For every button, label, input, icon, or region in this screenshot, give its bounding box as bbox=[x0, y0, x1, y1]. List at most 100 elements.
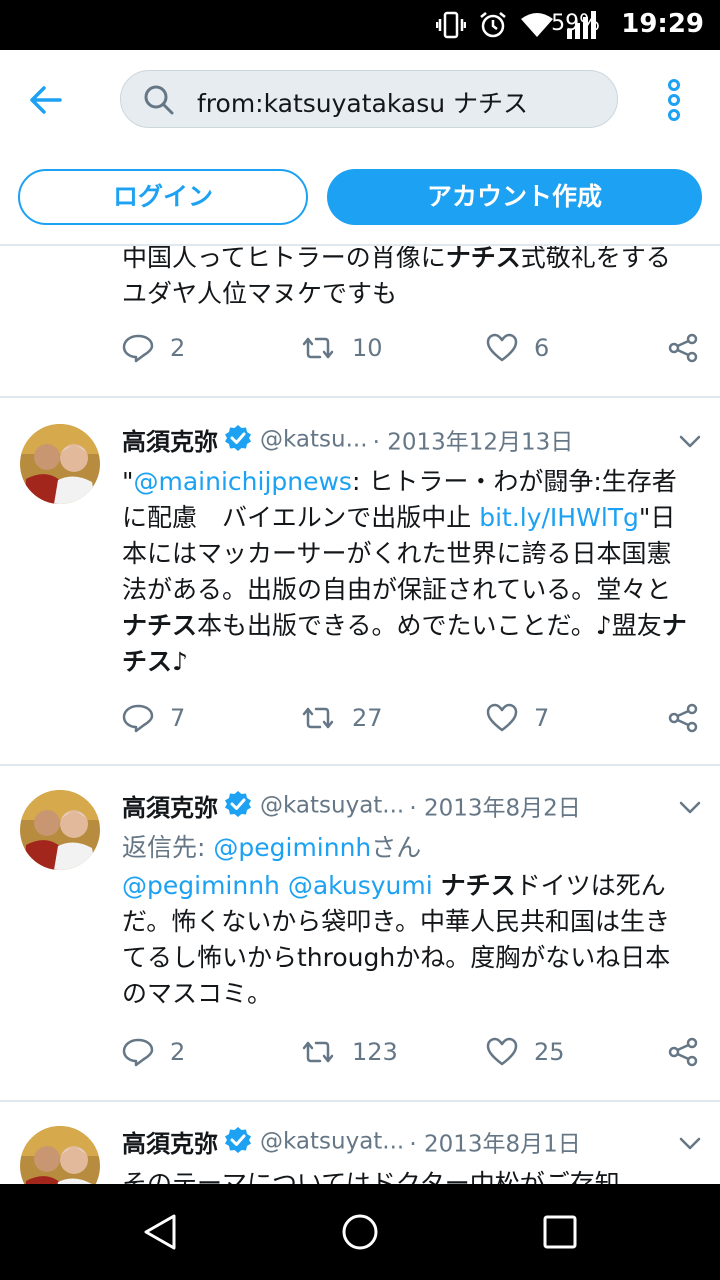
tweet-header: 高須克弥 @katsuyat... · 2013年8月2日 bbox=[122, 788, 702, 828]
like-button[interactable]: 7 bbox=[486, 698, 549, 738]
tweet[interactable]: 高須克弥 @katsuyat... · 2013年8月1日 そのテーマについてはド… bbox=[0, 1102, 720, 1184]
author-name[interactable]: 高須克弥 bbox=[122, 1130, 218, 1158]
nav-back-icon[interactable] bbox=[140, 1212, 180, 1252]
system-nav-bar bbox=[0, 1184, 720, 1280]
like-button[interactable]: 25 bbox=[486, 1032, 565, 1072]
tweet-text: 中国人ってヒトラーの肖像にナチス式敬礼をするユダヤ人位マヌケですも bbox=[122, 246, 694, 312]
retweet-count: 123 bbox=[352, 1038, 398, 1066]
tweet-link[interactable]: @mainichijpnews bbox=[134, 467, 352, 496]
chevron-down-icon[interactable] bbox=[678, 796, 702, 820]
tweet-actions: 7 27 7 bbox=[122, 698, 702, 738]
profile-photo-icon bbox=[20, 790, 100, 870]
tweet-text-segment: " bbox=[122, 467, 134, 496]
heart-icon bbox=[486, 333, 518, 362]
retweet-button[interactable]: 123 bbox=[300, 1032, 398, 1072]
avatar[interactable] bbox=[20, 424, 100, 504]
profile-photo-icon bbox=[20, 424, 100, 504]
reply-icon bbox=[122, 334, 154, 363]
login-button[interactable]: ログイン bbox=[18, 169, 308, 225]
wifi-icon bbox=[521, 13, 553, 37]
more-vertical-icon bbox=[668, 79, 680, 121]
share-icon bbox=[668, 703, 698, 733]
auth-bar: ログイン アカウント作成 bbox=[0, 148, 720, 246]
tweet-text-segment: ♪ bbox=[172, 647, 188, 676]
retweet-icon bbox=[302, 337, 334, 359]
heart-icon bbox=[486, 703, 518, 732]
like-button[interactable]: 6 bbox=[486, 328, 549, 368]
signup-button[interactable]: アカウント作成 bbox=[327, 169, 702, 225]
reply-icon bbox=[122, 704, 154, 733]
reply-icon bbox=[122, 1038, 154, 1067]
avatar[interactable] bbox=[20, 790, 100, 870]
search-query: from:katsuyatakasu ナチス bbox=[197, 89, 529, 118]
tweet-text: "@mainichijpnews: ヒトラー・わが闘争:生存者に配慮 バイエルン… bbox=[122, 464, 694, 680]
tweet-feed[interactable]: 中国人ってヒトラーの肖像にナチス式敬礼をするユダヤ人位マヌケですも 2 10 6 bbox=[0, 246, 720, 1184]
heart-icon bbox=[486, 1037, 518, 1066]
tweet-actions: 2 10 6 bbox=[122, 328, 702, 368]
chevron-down-icon[interactable] bbox=[678, 430, 702, 454]
reply-button[interactable]: 2 bbox=[122, 1032, 185, 1072]
share-button[interactable] bbox=[668, 1032, 714, 1072]
author-handle[interactable]: @katsuyat... bbox=[260, 793, 404, 819]
retweet-button[interactable]: 10 bbox=[300, 328, 383, 368]
like-count: 6 bbox=[534, 334, 550, 362]
verified-badge-icon bbox=[224, 790, 252, 822]
tweet-date[interactable]: · 2013年12月13日 bbox=[373, 430, 574, 456]
profile-photo-icon bbox=[20, 1126, 100, 1184]
reply-button[interactable]: 2 bbox=[122, 328, 185, 368]
author-name[interactable]: 高須克弥 bbox=[122, 428, 218, 456]
tweet-header: 高須克弥 @katsuyat... · 2013年8月1日 bbox=[122, 1124, 702, 1164]
vibrate-icon bbox=[436, 11, 466, 39]
alarm-icon bbox=[480, 12, 506, 38]
tweet-link[interactable]: @pegiminnh bbox=[122, 871, 280, 900]
nav-home-icon[interactable] bbox=[340, 1212, 380, 1252]
reply-context: 返信先: @pegiminnhさん bbox=[122, 830, 694, 866]
battery-level: 59% bbox=[551, 11, 600, 36]
tweet-actions: 2 123 25 bbox=[122, 1032, 702, 1072]
reply-count: 7 bbox=[170, 704, 186, 732]
tweet-text: @pegiminnh @akusyumi ナチスドイツは死んだ。怖くないから袋叩… bbox=[122, 868, 694, 1012]
reply-user-link[interactable]: @pegiminnh bbox=[213, 833, 371, 862]
author-handle[interactable]: @katsu... bbox=[260, 427, 368, 453]
highlighted-term: ナチス bbox=[445, 246, 521, 272]
reply-count: 2 bbox=[170, 334, 186, 362]
highlighted-term: ナチス bbox=[122, 611, 198, 640]
retweet-button[interactable]: 27 bbox=[300, 698, 383, 738]
share-button[interactable] bbox=[668, 698, 714, 738]
search-input[interactable]: from:katsuyatakasu ナチス bbox=[120, 70, 618, 128]
tweet-date[interactable]: · 2013年8月2日 bbox=[409, 796, 580, 822]
back-button[interactable] bbox=[26, 80, 66, 120]
verified-badge-icon bbox=[224, 424, 252, 456]
search-header: from:katsuyatakasu ナチス bbox=[0, 50, 720, 148]
share-icon bbox=[668, 333, 698, 363]
nav-recent-apps-icon[interactable] bbox=[542, 1214, 578, 1250]
tweet[interactable]: 高須克弥 @katsu... · 2013年12月13日 "@mainichijp… bbox=[0, 400, 720, 766]
tweet-text-segment bbox=[433, 871, 441, 900]
tweet-link[interactable]: @akusyumi bbox=[288, 871, 433, 900]
tweet-text-segment: 本も出版できる。めでたいことだ。♪盟友 bbox=[197, 611, 662, 640]
author-name[interactable]: 高須克弥 bbox=[122, 794, 218, 822]
tweet-text-segment bbox=[280, 871, 288, 900]
more-options-button[interactable] bbox=[662, 78, 686, 122]
chevron-down-icon[interactable] bbox=[678, 1132, 702, 1156]
avatar[interactable] bbox=[20, 1126, 100, 1184]
like-count: 25 bbox=[534, 1038, 565, 1066]
tweet-link[interactable]: bit.ly/IHWlTg bbox=[479, 503, 639, 532]
tweet-date[interactable]: · 2013年8月1日 bbox=[409, 1132, 580, 1158]
share-button[interactable] bbox=[668, 328, 714, 368]
like-count: 7 bbox=[534, 704, 550, 732]
reply-prefix: 返信先: bbox=[122, 833, 214, 862]
tweet[interactable]: 中国人ってヒトラーの肖像にナチス式敬礼をするユダヤ人位マヌケですも 2 10 6 bbox=[0, 246, 720, 398]
tweet-text-segment: 中国人ってヒトラーの肖像に bbox=[122, 246, 446, 272]
retweet-icon bbox=[302, 707, 334, 729]
retweet-count: 10 bbox=[352, 334, 383, 362]
tweet[interactable]: 高須克弥 @katsuyat... · 2013年8月2日 返信先: @pegim… bbox=[0, 766, 720, 1102]
arrow-left-icon bbox=[30, 86, 62, 114]
reply-button[interactable]: 7 bbox=[122, 698, 185, 738]
tweet-header: 高須克弥 @katsu... · 2013年12月13日 bbox=[122, 422, 702, 462]
share-icon bbox=[668, 1037, 698, 1067]
tweet-text-segment: そのテーマについてはドクター中松がご存知 bbox=[122, 1169, 620, 1184]
reply-suffix: さん bbox=[371, 833, 422, 862]
author-handle[interactable]: @katsuyat... bbox=[260, 1129, 404, 1155]
retweet-count: 27 bbox=[352, 704, 383, 732]
